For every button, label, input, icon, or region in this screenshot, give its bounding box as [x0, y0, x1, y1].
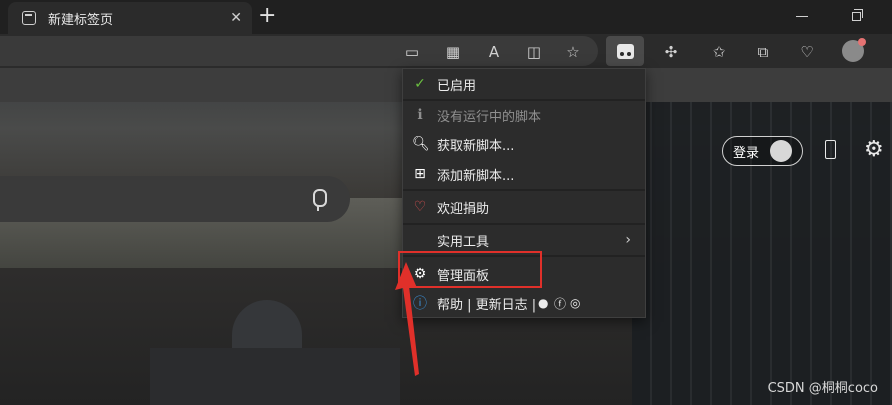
- split-screen-icon[interactable]: ◫: [523, 41, 545, 63]
- favorite-star-icon[interactable]: ☆: [562, 41, 584, 63]
- search-box[interactable]: [0, 176, 350, 222]
- favorites-list-icon[interactable]: ✩: [708, 41, 730, 63]
- menu-label-enabled: 已启用: [437, 78, 477, 94]
- menu-divider: [403, 189, 645, 191]
- tab-new[interactable]: 新建标签页 ✕: [8, 2, 252, 34]
- chevron-right-icon: ›: [625, 232, 631, 248]
- settings-gear-icon[interactable]: ⚙: [864, 137, 884, 162]
- browser-toolbar: ▭ ▦ A ◫ ☆ ✣ ✩ ⧉ ♡: [0, 34, 892, 68]
- heart-icon: ♡: [413, 199, 427, 215]
- close-tab-icon[interactable]: ✕: [230, 10, 242, 26]
- tab-strip: 新建标签页 ✕ +: [0, 0, 892, 34]
- info-small-icon: ℹ: [417, 107, 423, 123]
- instagram-icon[interactable]: ◎: [570, 296, 580, 310]
- new-tab-button[interactable]: +: [258, 3, 276, 28]
- tampermonkey-icon[interactable]: [606, 36, 644, 66]
- menu-item-help[interactable]: ⓘ 帮助 | 更新日志 | ● ⓕ ◎: [403, 289, 645, 317]
- newtab-favicon-icon: [22, 11, 36, 25]
- minimize-icon[interactable]: [796, 16, 808, 17]
- background-buildings: [150, 348, 400, 405]
- menu-label-help-links: 帮助 | 更新日志 |: [437, 297, 537, 313]
- menu-divider: [403, 223, 645, 225]
- login-button[interactable]: 登录: [722, 136, 803, 166]
- menu-item-enabled[interactable]: ✓ 已启用: [403, 70, 645, 98]
- browser-essentials-icon[interactable]: ♡: [796, 41, 818, 63]
- device-icon[interactable]: ▭: [401, 41, 423, 63]
- apps-icon[interactable]: ▦: [442, 41, 464, 63]
- address-bar[interactable]: [0, 36, 598, 66]
- menu-item-no-scripts: ℹ 没有运行中的脚本: [403, 101, 645, 129]
- plus-box-icon: ⊞: [414, 166, 426, 182]
- collections-icon[interactable]: ⧉: [752, 41, 774, 63]
- menu-label-tools: 实用工具: [437, 234, 490, 250]
- extensions-icon[interactable]: ✣: [660, 41, 682, 63]
- profile-avatar[interactable]: [842, 38, 866, 62]
- menu-item-donate[interactable]: ♡ 欢迎捐助: [403, 193, 645, 221]
- menu-label-get-scripts: 获取新脚本...: [437, 138, 515, 154]
- menu-item-add-script[interactable]: ⊞ 添加新脚本...: [403, 160, 645, 188]
- menu-item-tools[interactable]: 实用工具 ›: [403, 226, 645, 254]
- tab-title: 新建标签页: [48, 12, 114, 28]
- phone-icon[interactable]: [825, 140, 836, 159]
- read-aloud-icon[interactable]: A: [483, 41, 505, 63]
- search-icon: 🔍︎: [412, 136, 430, 152]
- csdn-watermark: CSDN @桐桐coco: [767, 381, 878, 396]
- menu-label-add-script: 添加新脚本...: [437, 168, 515, 184]
- facebook-icon[interactable]: ⓕ: [554, 295, 566, 312]
- login-avatar-icon: [770, 140, 792, 162]
- menu-item-get-scripts[interactable]: 🔍︎ 获取新脚本...: [403, 130, 645, 158]
- microphone-icon[interactable]: [311, 189, 327, 211]
- menu-label-no-scripts: 没有运行中的脚本: [437, 109, 542, 125]
- restore-icon[interactable]: [852, 9, 863, 21]
- login-label: 登录: [733, 145, 760, 161]
- menu-label-donate: 欢迎捐助: [437, 201, 490, 217]
- github-icon[interactable]: ●: [538, 296, 548, 310]
- checkmark-icon: ✓: [414, 76, 426, 92]
- red-arrow-annotation: [395, 262, 419, 376]
